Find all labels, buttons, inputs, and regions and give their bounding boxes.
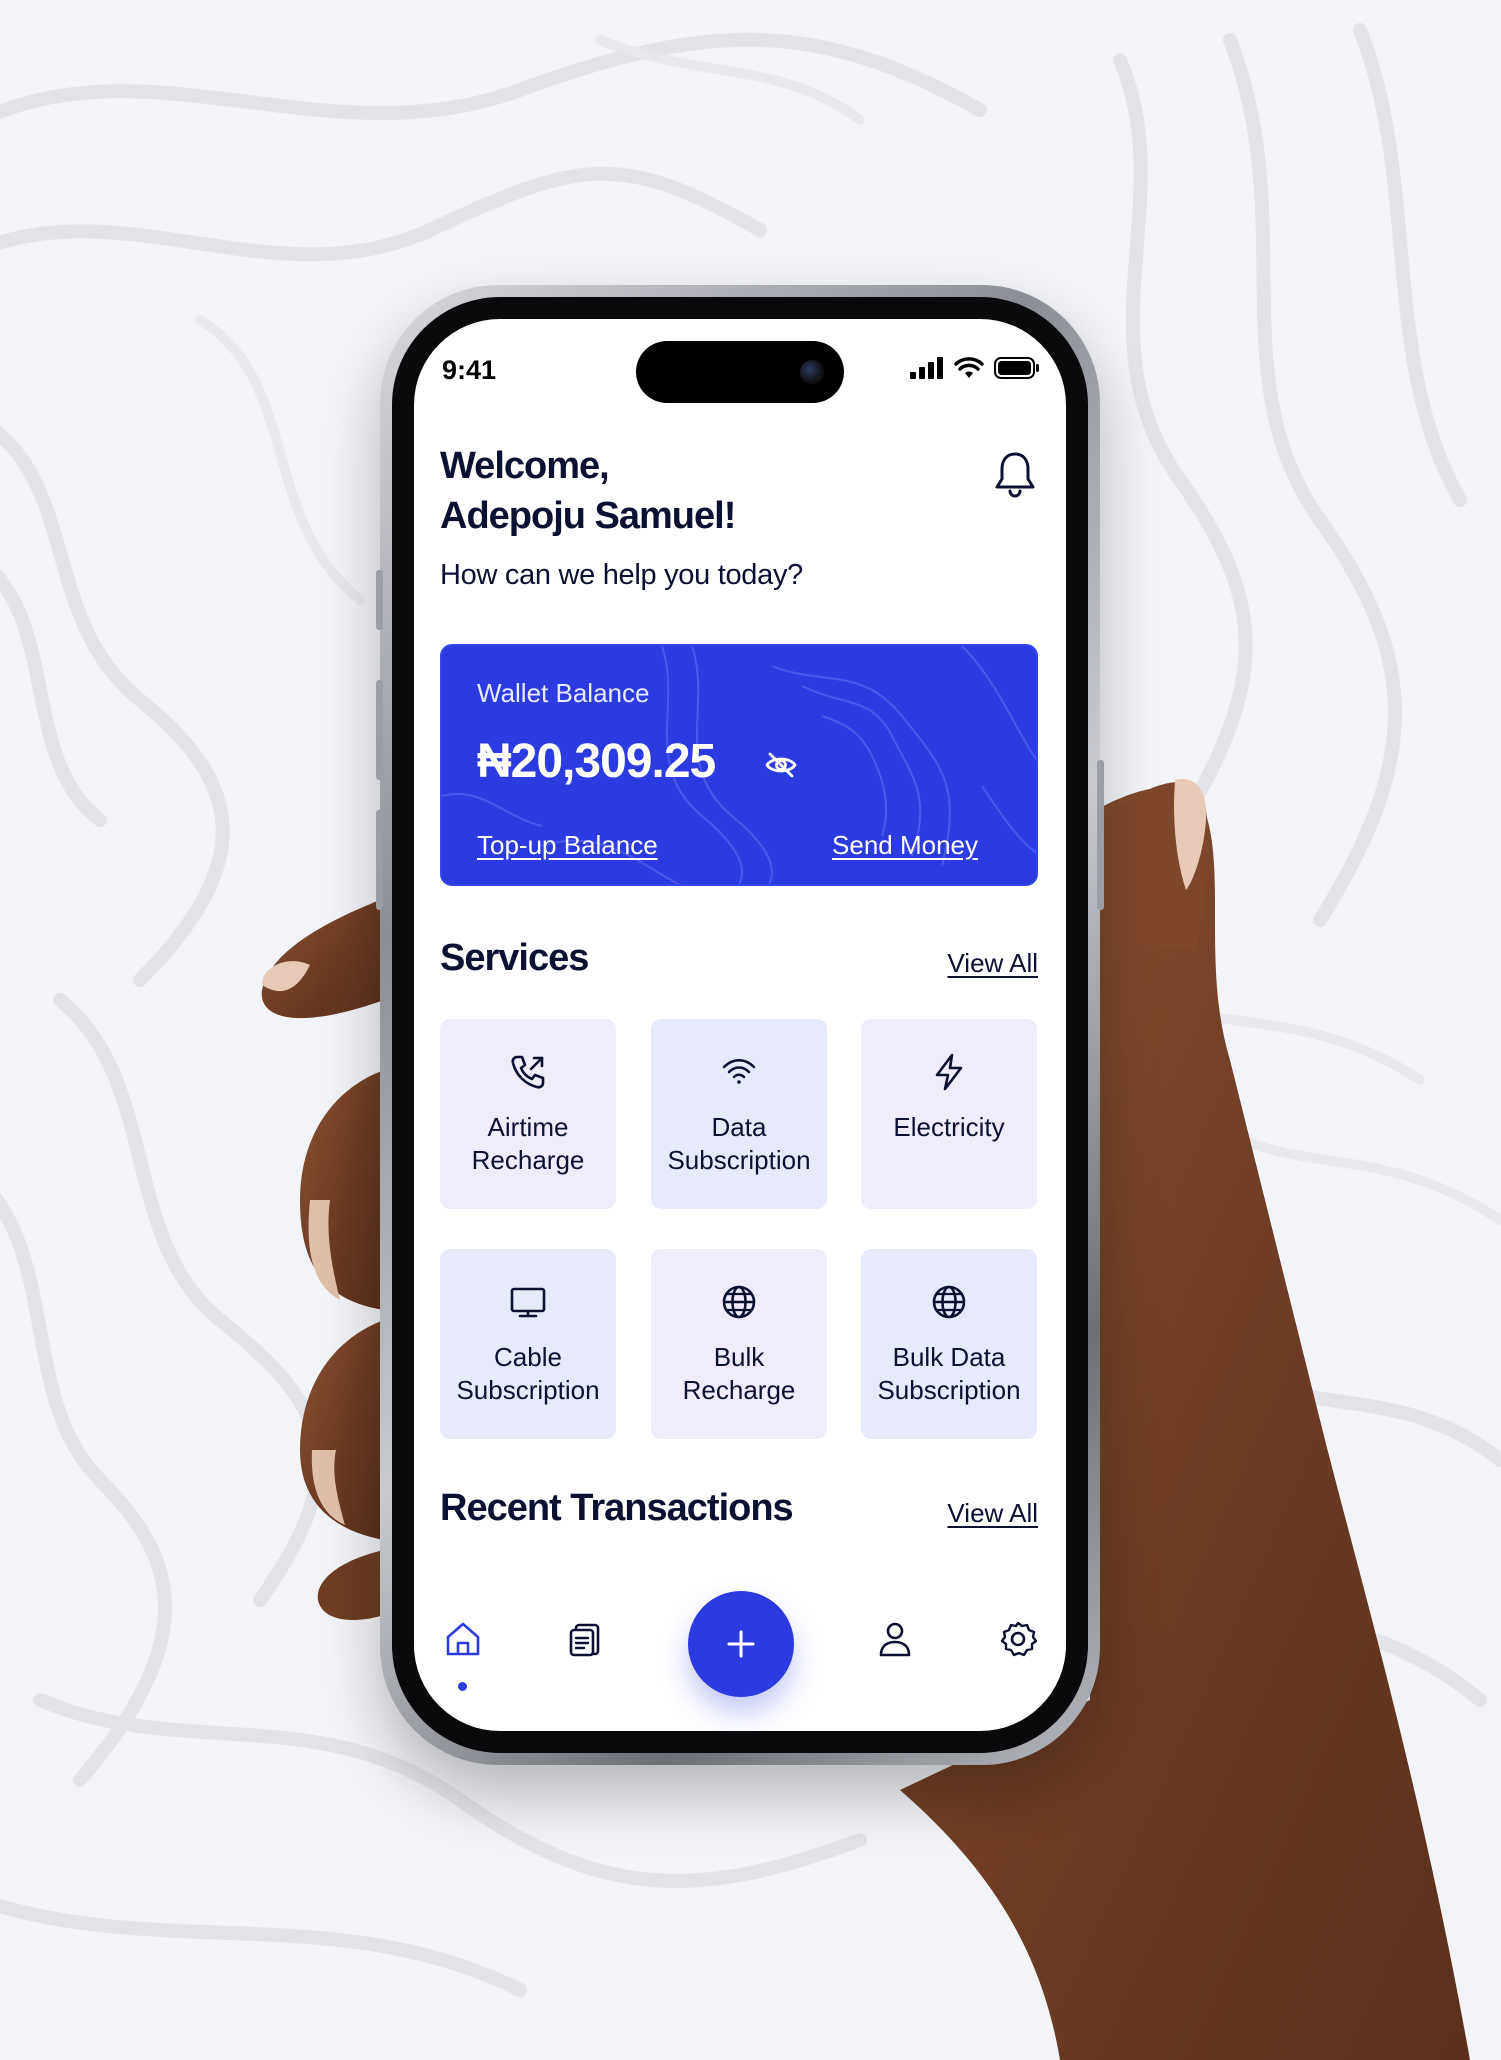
tile-label-line: Data (711, 1112, 767, 1142)
phone-volume-up (376, 680, 383, 780)
eye-off-icon[interactable] (764, 750, 798, 780)
home-icon[interactable] (443, 1619, 483, 1659)
tile-label-line: Recharge (682, 1375, 796, 1405)
tile-label-line: Cable (494, 1342, 562, 1372)
services-view-all-link[interactable]: View All (947, 948, 1038, 979)
welcome-heading: Welcome, Adepoju Samuel! (440, 441, 920, 541)
active-nav-indicator (458, 1682, 467, 1691)
user-icon[interactable] (875, 1619, 915, 1659)
tile-label: Data Subscription (654, 1111, 824, 1177)
wallet-amount: ₦20,309.25 (477, 735, 716, 788)
status-icons (910, 357, 1040, 379)
clipboard-icon[interactable] (566, 1619, 606, 1659)
service-tile-bulk-data-subscription[interactable]: Bulk Data Subscription (861, 1249, 1037, 1439)
help-subtitle: How can we help you today? (440, 559, 803, 591)
tile-label: Airtime Recharge (443, 1111, 613, 1177)
tile-label: Bulk Data Subscription (864, 1341, 1034, 1407)
battery-icon (994, 357, 1039, 379)
plus-icon (727, 1630, 755, 1658)
tile-label: Bulk Recharge (654, 1341, 824, 1407)
tile-label-line: Subscription (456, 1375, 600, 1405)
globe-icon (722, 1285, 756, 1319)
wifi-icon (722, 1058, 756, 1084)
recent-transactions-title: Recent Transactions (440, 1487, 794, 1529)
phone-power-button (1097, 760, 1104, 910)
tile-label-line: Electricity (893, 1112, 1005, 1142)
phone-outgoing-icon (511, 1055, 545, 1089)
services-title: Services (440, 937, 589, 979)
tile-label-line: Subscription (877, 1375, 1021, 1405)
status-time: 9:41 (442, 355, 497, 385)
service-tile-airtime-recharge[interactable]: Airtime Recharge (440, 1019, 616, 1209)
tile-label-line: Subscription (667, 1145, 811, 1175)
top-up-balance-link[interactable]: Top-up Balance (477, 830, 658, 861)
settings-icon[interactable] (998, 1619, 1038, 1659)
front-camera (800, 360, 824, 384)
wallet-label: Wallet Balance (477, 678, 650, 708)
wallet-balance-card: Wallet Balance ₦20,309.25 Top-up Balance… (440, 644, 1038, 886)
transactions-view-all-link[interactable]: View All (947, 1498, 1038, 1529)
service-tile-cable-subscription[interactable]: Cable Subscription (440, 1249, 616, 1439)
welcome-line: Welcome, (440, 445, 610, 487)
tile-label: Electricity (864, 1111, 1034, 1144)
globe-icon (932, 1285, 966, 1319)
cellular-signal-icon (910, 357, 943, 379)
user-name: Adepoju Samuel! (440, 495, 736, 537)
lightning-icon (935, 1053, 963, 1091)
monitor-icon (510, 1287, 546, 1318)
service-tile-data-subscription[interactable]: Data Subscription (651, 1019, 827, 1209)
app-screen: 9:41 Welcome, Adepoju Samuel! How can we… (414, 319, 1066, 1731)
tile-label-line: Airtime (487, 1112, 569, 1142)
tile-label-line: Bulk Data (892, 1342, 1006, 1372)
dynamic-island (636, 341, 844, 403)
phone-volume-down (376, 810, 383, 910)
service-tile-bulk-recharge[interactable]: Bulk Recharge (651, 1249, 827, 1439)
wifi-status-icon (954, 357, 984, 378)
tile-label: Cable Subscription (443, 1341, 613, 1407)
tile-label-line: Bulk (713, 1342, 765, 1372)
phone-side-button (376, 570, 383, 630)
tile-label-line: Recharge (471, 1145, 585, 1175)
add-fab-button[interactable] (688, 1591, 794, 1697)
send-money-link[interactable]: Send Money (832, 830, 978, 861)
bell-icon[interactable] (992, 449, 1038, 499)
service-tile-electricity[interactable]: Electricity (861, 1019, 1037, 1209)
